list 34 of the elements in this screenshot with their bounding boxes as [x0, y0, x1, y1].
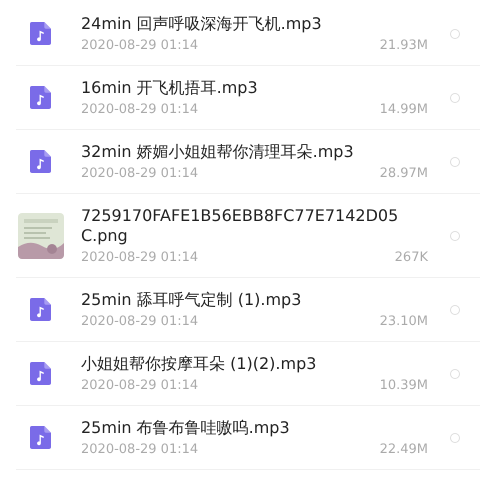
file-size: 28.97M [380, 164, 428, 182]
file-name: 32min 娇媚小姐姐帮你清理耳朵.mp3 [81, 142, 355, 162]
select-radio[interactable] [450, 432, 460, 442]
file-size: 23.10M [380, 312, 428, 330]
file-size: 10.39M [380, 376, 428, 394]
select-radio[interactable] [450, 368, 460, 378]
select-radio[interactable] [450, 230, 460, 240]
file-size: 21.93M [380, 36, 428, 54]
file-size: 267K [394, 248, 428, 266]
music-file-icon [30, 426, 51, 449]
music-file-icon [30, 22, 51, 45]
file-name: 24min 回声呼吸深海开飞机.mp3 [81, 14, 323, 34]
file-size: 14.99M [380, 100, 428, 118]
file-size: 22.49M [380, 440, 428, 458]
select-radio[interactable] [450, 92, 460, 102]
file-date: 2020-08-29 01:14 [81, 248, 198, 266]
file-name: 小姐姐帮你按摩耳朵 (1)(2).mp3 [81, 354, 318, 374]
file-name: 7259170FAFE1B56EBB8FC77E7142D05C.png [81, 206, 400, 246]
file-date: 2020-08-29 01:14 [81, 164, 198, 182]
select-radio[interactable] [450, 156, 460, 166]
music-file-icon [30, 298, 51, 321]
file-name: 16min 开飞机捂耳.mp3 [81, 78, 259, 98]
select-radio[interactable] [450, 28, 460, 38]
music-file-icon [30, 362, 51, 385]
file-date: 2020-08-29 01:14 [81, 36, 198, 54]
music-file-icon [30, 86, 51, 109]
file-date: 2020-08-29 01:14 [81, 312, 198, 330]
select-radio[interactable] [450, 304, 460, 314]
file-date: 2020-08-29 01:14 [81, 100, 198, 118]
music-file-icon [30, 150, 51, 173]
file-date: 2020-08-29 01:14 [81, 376, 198, 394]
file-date: 2020-08-29 01:14 [81, 440, 198, 458]
file-name: 25min 布鲁布鲁哇嗷呜.mp3 [81, 418, 291, 438]
file-name: 25min 舔耳呼气定制 (1).mp3 [81, 290, 302, 310]
